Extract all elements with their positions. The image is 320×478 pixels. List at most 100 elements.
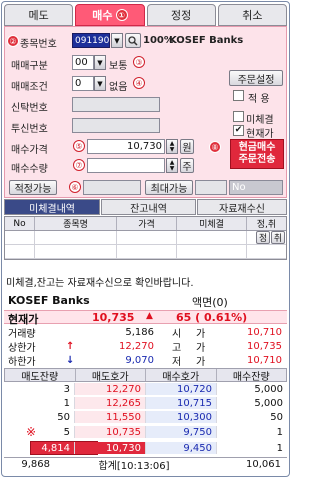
code-label: 종목번호 [20,39,57,50]
volume-label: 거래량 [8,328,36,340]
cash-buy-submit-button[interactable]: 현금매수 주문전송 [230,139,284,169]
open-label-2: 가 [196,328,206,340]
col-no: No [5,217,35,230]
cancel-row-button[interactable]: 취 [271,231,285,244]
tab-modify[interactable]: 정정 [146,4,216,26]
col-bid-price: 매수호가 [146,369,217,383]
qty-input[interactable] [87,158,165,173]
price-unit-button[interactable]: 원 [180,139,194,154]
stock-name: KOSEF Banks [169,35,244,46]
quote-title: KOSEF Banks 액면(0) [4,292,287,309]
trade-type-label: 매매구분 [11,61,48,72]
tab-balance[interactable]: 잔고내역 [101,199,196,215]
lower-limit-value: 9,070 [125,354,154,366]
trade-type-code[interactable]: 00 [72,55,94,70]
chevron-down-icon[interactable]: ▼ [111,33,123,48]
col-price: 가격 [117,217,177,230]
table-row [5,231,286,245]
unfilled-checkbox[interactable] [233,111,244,122]
lower-limit-label: 하한가 [8,356,36,368]
upper-limit-value: 12,270 [119,340,154,352]
row-action-buttons: 정 취 [256,231,286,245]
arrow-up-icon: ↑ [66,340,75,352]
credit-input[interactable] [72,97,160,112]
tab-reload[interactable]: 자료재수신 [197,199,287,215]
col-name: 종목명 [35,217,117,230]
trade-type-dropdown[interactable]: ▼ [94,55,106,70]
up-arrow-icon: ▲ [146,311,153,321]
current-price-checkbox[interactable]: ✔ [233,125,244,136]
volume-value: 5,186 [125,326,154,338]
bid-price: 10,715 [146,397,217,409]
badge-5: ⑤ [73,140,85,152]
list-tabs: 미체결내역 잔고내역 자료재수신 [4,199,287,215]
ask-qty: 3 [4,383,75,395]
orderbook-header: 매도잔량 매도호가 매수호가 매수잔량 [4,368,287,383]
unfilled-table: No 종목명 가격 미체결 정,취 정 취 [4,216,287,260]
current-price-value: 10,735 [92,311,135,324]
tab-cancel-label: 취소 [242,9,263,22]
current-price-row: 현재가 10,735 ▲ 65 ( 0.61%) [4,310,287,326]
search-button[interactable] [125,33,141,48]
unfilled-header: No 종목명 가격 미체결 정,취 [5,217,286,231]
order-panel: ② 종목번호 091190 ▼ 100% KOSEF Banks 매매구분 00… [4,26,287,198]
arrow-down-icon: ↓ [66,354,75,366]
badge-1: ① [115,9,128,21]
low-label-2: 가 [196,356,206,368]
order-window: 메도 매수 ① 정정 취소 ② 종목번호 091190 ▼ 100% KOSEF … [1,1,290,477]
trust-input[interactable] [72,118,160,133]
tab-sell-label: 메도 [28,9,49,22]
trade-cond-dropdown[interactable]: ▼ [94,76,106,91]
modify-row-button[interactable]: 정 [256,231,270,244]
tab-buy[interactable]: 매수 ① [75,4,145,26]
open-value: 10,710 [247,326,282,338]
upper-limit-label: 상한가 [8,342,36,354]
trade-cond-code[interactable]: 0 [72,76,94,91]
max-qty-button[interactable]: 최대가능 [145,180,193,195]
col-action: 정,취 [256,220,277,230]
bid-price: 9,450 [146,442,217,454]
ask-price: 10,730 [75,442,146,454]
trade-cond-name: 없음 [109,82,128,93]
available-qty-value [83,180,141,195]
orderbook-row[interactable]: 1 12,265 10,715 5,000 [4,397,287,409]
high-label-1: 고 [172,342,182,354]
tab-buy-label: 매수 [92,9,113,22]
bid-price: 10,720 [146,383,217,395]
col-ask-price: 매도호가 [76,369,146,383]
tab-cancel[interactable]: 취소 [217,4,287,26]
tab-unfilled[interactable]: 미체결내역 [4,199,100,215]
apply-checkbox[interactable] [233,90,244,101]
bid-qty: 1 [276,426,283,438]
orderbook-row-selected[interactable]: 4,814 10,730 9,450 1 [4,442,287,454]
qty-spinner[interactable]: ▲ ▼ [166,158,178,173]
low-label-1: 저 [172,356,182,368]
price-spinner[interactable]: ▲ ▼ [166,139,178,154]
bid-price: 10,300 [146,411,217,423]
bid-qty: 5,000 [254,397,283,409]
price-input[interactable]: 10,730 [87,139,165,154]
max-qty-value [195,180,227,195]
tab-modify-label: 정정 [171,9,192,22]
lower-limit-row: 하한가 ↓ 9,070 저 가 10,710 [4,353,287,368]
available-qty-button[interactable]: 적정가능 [9,180,57,195]
orderbook-row[interactable]: 50 11,550 10,300 50 [4,411,287,423]
col-bid-qty: 매수잔량 [232,371,270,383]
credit-label: 신탁번호 [11,103,48,114]
trade-cond-label: 매매조건 [11,82,48,93]
search-icon [128,35,138,46]
cash-buy-line1: 현금매수 [238,142,276,153]
badge-6: ⑥ [69,181,81,193]
tab-sell[interactable]: 메도 [4,4,74,26]
qty-unit-button[interactable]: 주 [180,158,194,173]
bid-qty: 5,000 [254,383,283,395]
order-settings-button[interactable]: 주문설정 [229,70,283,86]
high-label-2: 가 [196,342,206,354]
upper-limit-row: 상한가 ↑ 12,270 고 가 10,735 [4,339,287,354]
stock-code-input[interactable]: 091190 [72,33,110,48]
current-price-label: 현재가 [246,129,274,140]
ask-price: 12,270 [75,383,146,395]
open-label-1: 시 [172,328,182,340]
orderbook-row[interactable]: 5 10,735 9,750 1 [4,426,287,438]
orderbook-row[interactable]: 3 12,270 10,720 5,000 [4,383,287,395]
